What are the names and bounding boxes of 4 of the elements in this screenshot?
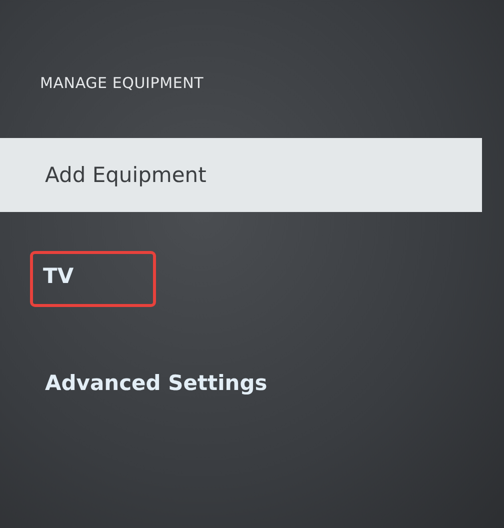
menu-item[interactable]: TV: [0, 242, 482, 316]
section-title: MANAGE EQUIPMENT: [40, 74, 205, 94]
menu-item[interactable]: Advanced Settings: [0, 346, 482, 420]
menu-item[interactable]: Add Equipment: [0, 138, 482, 212]
